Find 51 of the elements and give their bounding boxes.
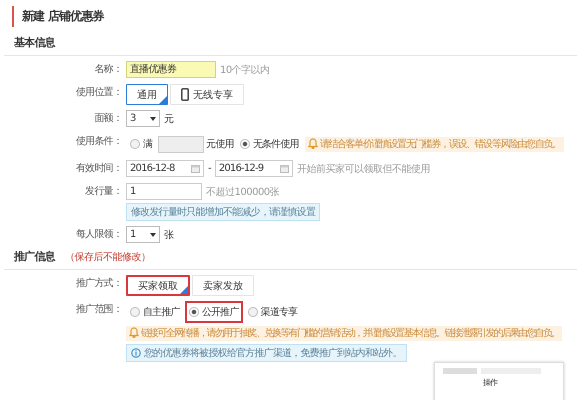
unit-text: 元: [164, 112, 174, 126]
section-note: （保存后不能修改）: [64, 250, 150, 264]
info-icon: [131, 348, 141, 358]
calendar-icon: [280, 164, 289, 172]
number-select[interactable]: 1: [126, 226, 160, 243]
field-label: 推广范围：: [74, 302, 122, 317]
number-select[interactable]: 3: [126, 110, 160, 127]
field-label: 使用位置：: [74, 86, 122, 100]
warning-note: 链接可全网传播，请勿用于抽奖、兑换等有门槛的营销活动，并谨慎设置基本信息。链接泄露引发的后果由您自负。: [126, 326, 562, 341]
amount-field[interactable]: [158, 136, 204, 152]
option-button[interactable]: 通用: [126, 84, 168, 105]
option-button[interactable]: 卖家发放: [192, 275, 254, 296]
caret-icon: [150, 116, 156, 120]
radio-option[interactable]: 满: [126, 133, 156, 155]
field-label: 使用条件：: [74, 135, 122, 149]
section-title: 推广信息: [14, 249, 55, 264]
radio-option[interactable]: 自主推广: [126, 301, 184, 323]
date-field[interactable]: 2016-12-9: [214, 160, 293, 177]
unit-text: 元使用: [206, 138, 234, 151]
hint-text: 开始前买家可以领取但不能使用: [296, 162, 430, 176]
field-label: 每人限领：: [74, 228, 122, 242]
radio-option[interactable]: 渠道专享: [244, 301, 302, 323]
bell-icon: [308, 138, 318, 148]
info-note: 修改发行量时只能增加不能减少，请谨慎设置: [126, 203, 320, 221]
option-button[interactable]: 买家领取: [126, 275, 190, 296]
separator-text: -: [208, 163, 211, 174]
phone-icon: [181, 88, 189, 101]
caret-icon: [150, 232, 156, 236]
hint-text: 不超过100000张: [206, 186, 280, 198]
field-label: 发行量：: [84, 185, 122, 199]
hint-text: 10个字以内: [220, 64, 270, 76]
radio-option[interactable]: 公开推广: [184, 301, 243, 323]
field-label: 名称：: [93, 63, 122, 77]
field-label: 面额：: [93, 112, 122, 126]
page-title: 新建 店铺优惠券: [22, 8, 104, 25]
calendar-icon: [191, 164, 200, 172]
warning-note: 请结合客单价谨慎设置无门槛券，误设、错设等风险由您自负。: [304, 136, 564, 152]
option-button[interactable]: 无线专享: [170, 84, 244, 105]
text-field[interactable]: 1: [126, 183, 202, 200]
menu-item[interactable]: 操作: [483, 377, 555, 388]
text-field[interactable]: 直播优惠券: [126, 61, 216, 78]
field-label: 推广方式：: [74, 276, 122, 291]
section-title: 基本信息: [14, 35, 55, 50]
check-corner-icon: [159, 96, 167, 104]
unit-text: 张: [164, 228, 174, 242]
date-field[interactable]: 2016-12-8: [126, 160, 204, 177]
bell-icon: [129, 327, 139, 338]
info-note: 您的优惠券将被授权给官方推广渠道，免费推广到站内和站外。: [126, 344, 407, 362]
radio-option[interactable]: 无条件使用: [236, 133, 303, 155]
check-corner-icon: [180, 286, 188, 294]
field-label: 有效时间：: [74, 162, 122, 176]
